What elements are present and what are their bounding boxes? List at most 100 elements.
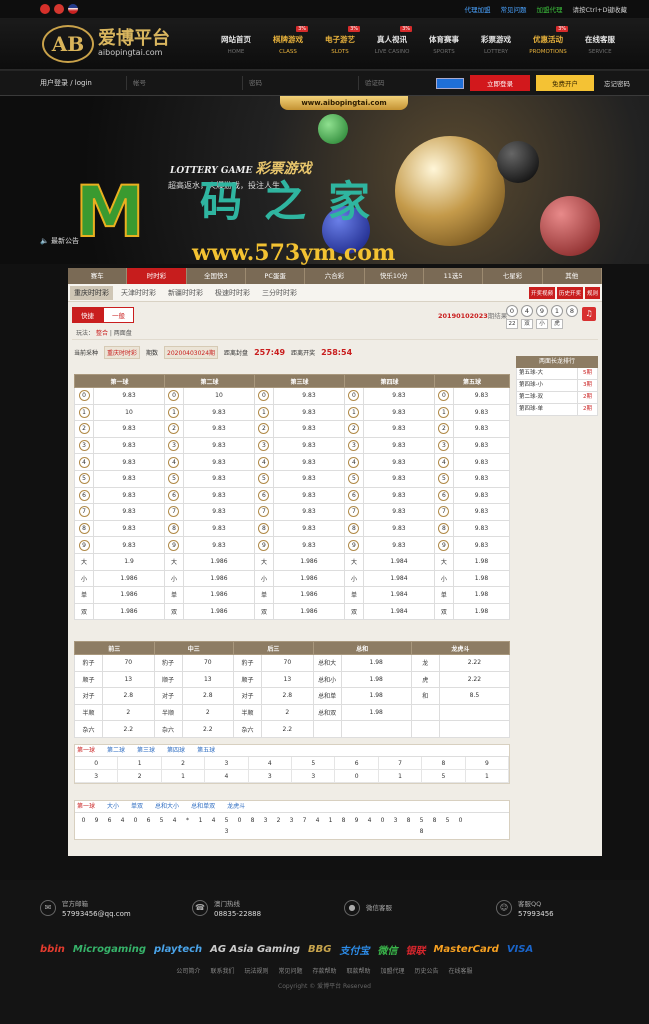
flag-usa-icon[interactable] [68,4,78,14]
odds-cell[interactable]: 1.98 [340,687,412,705]
tab-7star[interactable]: 七星彩 [483,268,543,284]
odds-cell[interactable]: 9.83 [93,453,165,471]
login-button[interactable]: 立即登录 [470,75,530,91]
contact-qq[interactable]: ☺ 客服QQ 57993456 [496,898,648,918]
forgot-password-link[interactable]: 忘记密码 [604,78,630,88]
odds-cell[interactable]: 9.83 [272,503,345,521]
odds-cell[interactable]: 9.83 [362,436,435,455]
odds-cell[interactable]: 8.5 [438,687,511,705]
odds-cell[interactable]: 13 [261,670,314,689]
odds-cell[interactable]: 70 [261,654,314,672]
nav-home[interactable]: 网站首页 HOME [210,32,262,55]
username-input[interactable] [126,76,236,90]
tab-k3[interactable]: 全国快3 [187,268,246,284]
footer-link[interactable]: 公司简介 [176,966,200,975]
odds-cell[interactable]: 2.8 [102,687,155,705]
odds-cell[interactable]: 70 [181,654,235,672]
odds-cell[interactable]: 1.98 [340,703,412,722]
odds-cell[interactable]: 1.98 [340,654,412,672]
footer-link[interactable]: 常见问题 [278,966,302,975]
footer-link[interactable]: 玩法规则 [244,966,268,975]
odds-cell[interactable]: 9.83 [93,503,165,521]
odds-cell[interactable]: 1.986 [93,586,165,604]
odds-cell[interactable]: 9.83 [362,453,435,471]
odds-cell[interactable]: 13 [102,670,155,689]
sound-icon[interactable]: ♫ [582,307,596,321]
odds-cell[interactable]: 2 [181,703,235,722]
odds-cell[interactable]: 9.83 [452,469,511,488]
odds-cell[interactable]: 1.986 [272,602,345,621]
odds-cell[interactable]: 2.2 [261,720,314,738]
odds-cell[interactable]: 1.984 [362,552,435,571]
odds-cell[interactable]: 9.83 [93,519,165,538]
odds-cell[interactable]: 9.83 [93,536,165,554]
odds-cell[interactable]: 2.22 [438,670,511,689]
odds-cell[interactable]: 9.83 [272,469,345,488]
odds-cell[interactable]: 9.83 [182,453,255,471]
odds-cell[interactable]: 9.83 [93,486,165,505]
odds-cell[interactable]: 9.83 [452,486,511,505]
join-agent-link[interactable]: 加盟代理 [536,4,562,14]
footer-link[interactable]: 历史公告 [415,966,439,975]
odds-cell[interactable]: 2.8 [181,687,235,705]
tab-mark-six[interactable]: 六合彩 [305,268,365,284]
odds-cell[interactable]: 9.83 [362,469,435,488]
contact-phone[interactable]: ☎ 澳门热线 08835-22888 [192,898,344,918]
tab-other[interactable]: 其他 [543,268,602,284]
odds-cell[interactable]: 2.2 [102,720,155,738]
footer-link[interactable]: 在线客服 [449,966,473,975]
odds-cell[interactable]: 9.83 [452,503,511,521]
odds-cell[interactable]: 9.83 [93,436,165,455]
odds-cell[interactable]: 9.83 [362,403,435,422]
odds-cell[interactable]: 9.83 [93,420,165,438]
odds-cell[interactable]: 9.83 [182,503,255,521]
trend-tab-1[interactable]: 第一球 [77,745,95,756]
odds-cell[interactable]: 1.986 [272,552,345,571]
subtab-tianjin[interactable]: 天津时时彩 [117,286,160,300]
odds-cell[interactable]: 9.83 [272,519,345,538]
footer-link[interactable]: 取款帮助 [347,966,371,975]
nav-class[interactable]: 3% 棋牌游戏 CLASS [262,26,314,55]
contact-wechat[interactable]: ● 微信客服 [344,898,496,918]
odds-cell[interactable]: 9.83 [362,387,435,405]
odds-cell[interactable]: 9.83 [452,420,511,438]
subtab-xinjiang[interactable]: 新疆时时彩 [164,286,207,300]
odds-cell[interactable]: 9.83 [362,519,435,538]
subtab-chongqing[interactable]: 重庆时时彩 [70,285,113,300]
history-button[interactable]: 历史开奖 [556,286,583,299]
flag-hongkong-icon[interactable] [54,4,64,14]
odds-cell[interactable]: 1.98 [452,602,511,621]
nav-slots[interactable]: 3% 电子游艺 SLOTS [314,26,366,55]
odds-cell[interactable]: 2 [261,703,314,722]
contact-email[interactable]: ✉ 官方邮箱 57993456@qq.com [40,898,192,918]
road-tab-6[interactable]: 龙虎斗 [227,801,245,812]
tab-pc[interactable]: PC蛋蛋 [246,268,306,284]
playtype-two-sides[interactable]: | 两面盘 [110,330,132,337]
road-tab-4[interactable]: 总和大小 [155,801,179,812]
odds-cell[interactable]: 1.986 [182,602,255,621]
rules-button[interactable]: 规则 [584,286,600,299]
odds-cell[interactable]: 1.98 [452,569,511,588]
tab-racing[interactable]: 赛车 [68,268,128,284]
odds-cell[interactable]: 9.83 [182,469,255,488]
road-tab-3[interactable]: 单双 [131,801,143,812]
odds-cell[interactable]: 9.83 [182,420,255,438]
road-tab-2[interactable]: 大小 [107,801,119,812]
trend-tab-2[interactable]: 第二球 [107,745,125,756]
odds-cell[interactable]: 1.986 [182,586,255,604]
odds-cell[interactable]: 9.83 [272,420,345,438]
odds-cell[interactable]: 9.83 [182,403,255,422]
odds-cell[interactable]: 13 [181,670,235,689]
odds-cell[interactable]: 1.986 [272,586,345,604]
odds-cell[interactable]: 1.98 [340,670,412,689]
odds-cell[interactable]: 1.986 [182,552,255,571]
odds-cell[interactable]: 9.83 [93,469,165,488]
road-tab-5[interactable]: 总和单双 [191,801,215,812]
trend-tab-4[interactable]: 第四球 [167,745,185,756]
odds-cell[interactable]: 9.83 [452,387,511,405]
odds-cell[interactable]: 9.83 [452,519,511,538]
odds-cell[interactable]: 9.83 [182,536,255,554]
flag-china-icon[interactable] [40,4,50,14]
odds-cell[interactable]: 2 [102,703,155,722]
tab-happy10[interactable]: 快乐10分 [365,268,424,284]
